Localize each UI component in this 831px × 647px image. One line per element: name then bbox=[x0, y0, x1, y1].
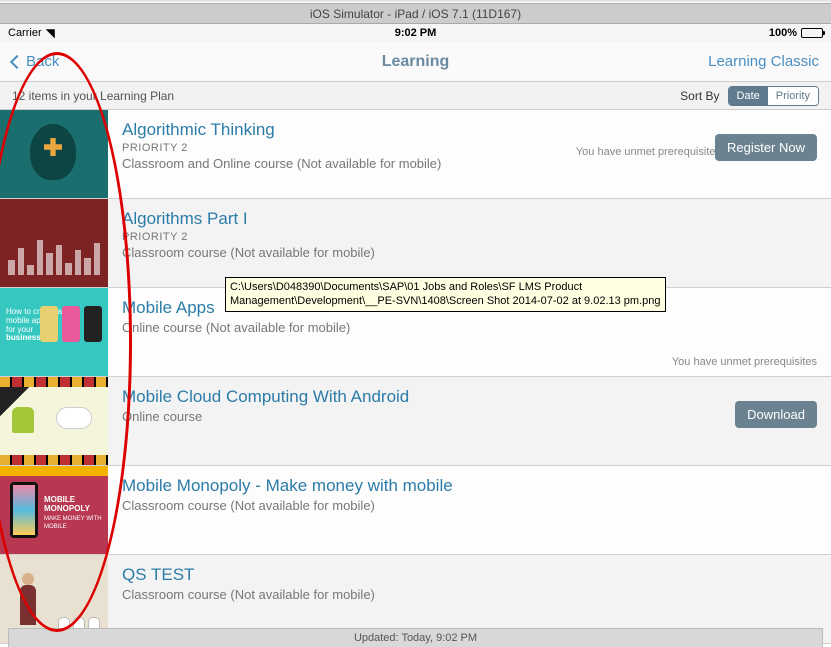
course-title: Mobile Cloud Computing With Android bbox=[122, 387, 817, 407]
back-button[interactable]: Back bbox=[12, 53, 59, 70]
sort-segmented-control: Date Priority bbox=[728, 86, 819, 106]
prerequisite-note: You have unmet prerequisites bbox=[576, 146, 721, 158]
subheader: 12 items in your Learning Plan Sort By D… bbox=[0, 82, 831, 110]
sort-date[interactable]: Date bbox=[729, 87, 768, 105]
learning-list: Algorithmic Thinking PRIORITY 2 Classroo… bbox=[0, 110, 831, 644]
learning-classic-link[interactable]: Learning Classic bbox=[708, 53, 819, 70]
wifi-icon: ◥ bbox=[46, 26, 55, 40]
course-thumbnail: How to create amobile appfor yourbusines… bbox=[0, 288, 108, 376]
course-desc: Classroom course (Not available for mobi… bbox=[122, 587, 817, 602]
carrier-label: Carrier bbox=[8, 27, 42, 39]
sort-priority[interactable]: Priority bbox=[768, 87, 818, 105]
course-desc: Classroom and Online course (Not availab… bbox=[122, 156, 817, 171]
list-item[interactable]: Algorithms Part I PRIORITY 2 Classroom c… bbox=[0, 199, 831, 288]
battery-percent: 100% bbox=[769, 27, 797, 39]
status-time: 9:02 PM bbox=[395, 27, 437, 39]
course-desc: Online course bbox=[122, 409, 817, 424]
course-title: Algorithmic Thinking bbox=[122, 120, 817, 140]
simulator-title: iOS Simulator - iPad / iOS 7.1 (11D167) bbox=[310, 7, 521, 21]
item-count: 12 items in your Learning Plan bbox=[12, 89, 174, 103]
sort-by-label: Sort By bbox=[680, 89, 719, 103]
battery-icon bbox=[801, 28, 823, 38]
course-title: Algorithms Part I bbox=[122, 209, 817, 229]
course-thumbnail bbox=[0, 110, 108, 198]
register-now-button[interactable]: Register Now bbox=[715, 134, 817, 161]
course-desc: Classroom course (Not available for mobi… bbox=[122, 498, 817, 513]
course-thumbnail bbox=[0, 377, 108, 465]
chevron-left-icon bbox=[10, 54, 24, 68]
footer-updated: Updated: Today, 9:02 PM bbox=[8, 628, 823, 647]
page-title: Learning bbox=[382, 53, 450, 71]
course-desc: Online course (Not available for mobile) bbox=[122, 320, 817, 335]
list-item[interactable]: Algorithmic Thinking PRIORITY 2 Classroo… bbox=[0, 110, 831, 199]
simulator-title-bar: iOS Simulator - iPad / iOS 7.1 (11D167) bbox=[0, 3, 831, 24]
status-bar: Carrier ◥ 9:02 PM 100% bbox=[0, 24, 831, 42]
list-item[interactable]: MOBILE MONOPOLYMAKE MONEY WITH MOBILE Mo… bbox=[0, 466, 831, 555]
download-button[interactable]: Download bbox=[735, 401, 817, 428]
course-thumbnail bbox=[0, 199, 108, 287]
course-thumbnail: MOBILE MONOPOLYMAKE MONEY WITH MOBILE bbox=[0, 466, 108, 554]
back-label: Back bbox=[26, 53, 59, 70]
navigation-bar: Back Learning Learning Classic bbox=[0, 42, 831, 82]
course-desc: Classroom course (Not available for mobi… bbox=[122, 245, 817, 260]
prerequisite-note: You have unmet prerequisites bbox=[672, 356, 817, 368]
course-title: Mobile Monopoly - Make money with mobile bbox=[122, 476, 817, 496]
file-path-tooltip: C:\Users\D048390\Documents\SAP\01 Jobs a… bbox=[225, 277, 666, 312]
list-item[interactable]: Mobile Cloud Computing With Android Onli… bbox=[0, 377, 831, 466]
course-title: QS TEST bbox=[122, 565, 817, 585]
course-priority: PRIORITY 2 bbox=[122, 231, 817, 243]
